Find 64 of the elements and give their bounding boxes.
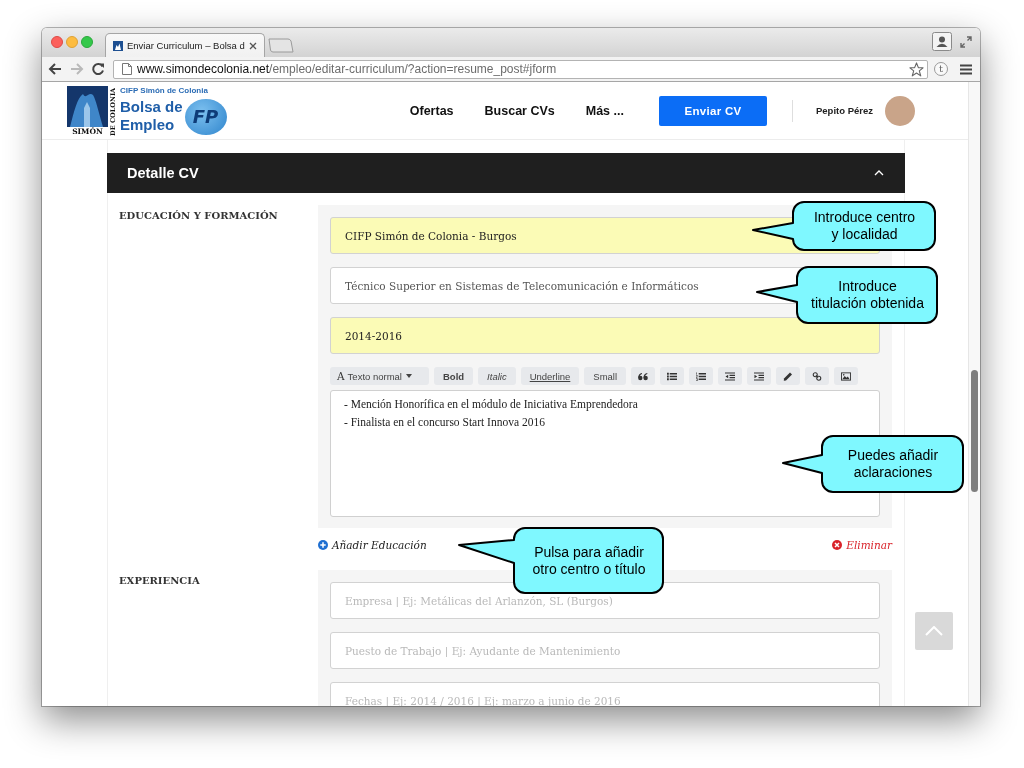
bold-button[interactable]: Bold xyxy=(434,367,474,385)
quote-button[interactable] xyxy=(631,367,656,385)
send-cv-button[interactable]: Enviar CV xyxy=(658,95,767,126)
reload-icon[interactable] xyxy=(91,62,105,76)
image-button[interactable] xyxy=(834,367,859,385)
text-style-dropdown[interactable]: A Texto normal xyxy=(330,367,429,385)
chevron-up-icon[interactable] xyxy=(874,170,884,176)
browser-tab[interactable]: Enviar Curriculum – Bolsa d xyxy=(105,33,265,57)
extension-button[interactable]: t xyxy=(934,62,948,76)
bookmark-star-icon[interactable] xyxy=(909,61,924,77)
nav-link[interactable]: Buscar CVs xyxy=(484,103,555,118)
scrollbar[interactable] xyxy=(968,82,980,706)
fullscreen-icon[interactable] xyxy=(960,36,972,48)
outdent-icon xyxy=(725,371,736,381)
callout-tooltip: Introduce titulación obtenida xyxy=(756,266,938,324)
logo-title: Bolsa de xyxy=(120,98,183,116)
indent-icon xyxy=(754,371,765,381)
logo-title: Empleo xyxy=(120,116,176,134)
favicon-icon xyxy=(113,40,123,51)
x-circle-icon xyxy=(832,540,843,550)
numbered-list-button[interactable] xyxy=(689,367,714,385)
school-name: CIFP Simón de Colonia xyxy=(120,86,209,96)
nav-link[interactable]: Ofertas xyxy=(409,103,454,118)
school-emblem-icon[interactable] xyxy=(67,86,108,127)
nav-link[interactable]: Más ... xyxy=(585,103,624,118)
add-education-link[interactable]: Añadir Educación xyxy=(318,539,427,551)
section-label: EXPERIENCIA xyxy=(119,575,201,586)
back-arrow-icon[interactable] xyxy=(48,62,62,76)
underline-button[interactable]: Underline xyxy=(520,367,580,385)
address-bar[interactable]: www.simondecolonia.net/empleo/editar-curriculum/?action=resume_post#jform xyxy=(113,59,928,79)
caret-down-icon xyxy=(406,374,412,378)
small-text-button[interactable]: Small xyxy=(584,367,627,385)
link-icon xyxy=(812,371,823,381)
callout-tooltip: Puedes añadir aclaraciones xyxy=(782,435,964,493)
pencil-icon xyxy=(783,371,794,381)
remove-link[interactable]: Eliminar xyxy=(832,539,892,551)
callout-tooltip: Pulsa para añadir otro centro o título xyxy=(458,527,664,594)
plus-circle-icon xyxy=(318,540,328,550)
input-field[interactable]: 2014-2016 xyxy=(330,317,880,354)
pencil-button[interactable] xyxy=(776,367,801,385)
bulleted-list-icon xyxy=(667,371,678,381)
close-tab-icon[interactable] xyxy=(249,41,257,50)
callout-tooltip: Introduce centro y localidad xyxy=(752,201,936,251)
window-close-icon[interactable] xyxy=(51,36,63,48)
image-icon xyxy=(841,371,852,381)
italic-button[interactable]: Italic xyxy=(478,367,516,385)
input-field[interactable]: Puesto de Trabajo | Ej: Ayudante de Mantenimiento xyxy=(330,632,880,669)
page-icon xyxy=(122,63,132,75)
scrollbar-thumb[interactable] xyxy=(971,370,978,492)
link-button[interactable] xyxy=(805,367,830,385)
numbered-list-icon xyxy=(696,371,707,381)
menu-icon[interactable] xyxy=(960,63,972,75)
section-header[interactable]: Detalle CV xyxy=(107,153,905,193)
bulleted-list-button[interactable] xyxy=(660,367,685,385)
quote-icon xyxy=(638,371,649,381)
indent-button[interactable] xyxy=(747,367,772,385)
input-field[interactable]: Empresa | Ej: Metálicas del Arlanzón, SL (Burgos) xyxy=(330,582,880,619)
user-name[interactable]: Pepito Pérez xyxy=(815,105,873,116)
outdent-button[interactable] xyxy=(718,367,743,385)
section-label: EDUCACIÓN Y FORMACIÓN xyxy=(119,210,279,221)
profile-icon[interactable] xyxy=(932,32,952,51)
fp-logo-badge: FP xyxy=(184,99,227,135)
section-title: Detalle CV xyxy=(127,165,199,181)
chevron-up-icon xyxy=(925,626,943,636)
